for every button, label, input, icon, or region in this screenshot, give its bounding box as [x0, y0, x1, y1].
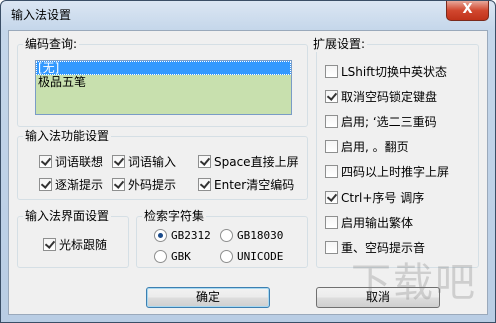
option-code-hint[interactable]: 外码提示: [112, 176, 176, 193]
option-label: 词语联想: [55, 155, 104, 169]
option-label: 逐渐提示: [55, 178, 104, 192]
checkbox-checked[interactable]: [39, 155, 52, 168]
ime-interface-label: 输入法界面设置: [23, 208, 112, 224]
checkbox-checked[interactable]: [39, 178, 52, 191]
window-title: 输入法设置: [11, 8, 72, 22]
checkbox-checked[interactable]: [325, 90, 338, 103]
option-space-commit[interactable]: Space直接上屏: [198, 153, 299, 170]
radio-button-selected[interactable]: [154, 229, 167, 242]
option-page-turn[interactable]: 启用, 。翻页: [325, 138, 409, 155]
option-cursor-follow[interactable]: 光标跟随: [43, 236, 107, 253]
close-button[interactable]: X: [446, 1, 489, 21]
radio-label: GBK: [171, 250, 191, 263]
option-cancel-empty-lock[interactable]: 取消空码锁定键盘: [325, 88, 437, 105]
ime-functions-label: 输入法功能设置: [23, 128, 112, 144]
checkbox-checked[interactable]: [112, 178, 125, 191]
ok-button[interactable]: 确定: [146, 287, 270, 308]
option-ctrl-order[interactable]: Ctrl+序号 调序: [325, 189, 424, 206]
option-label: Enter清空编码: [214, 178, 295, 192]
checkbox[interactable]: [325, 140, 338, 153]
option-label: 光标跟随: [59, 238, 108, 252]
dialog-window: 输入法设置 X 编码查询: [无] 极品五笔 输入法功能设置 词语联想 词语输入…: [0, 0, 496, 323]
charset-label: 检索字符集: [142, 208, 207, 224]
checkbox[interactable]: [325, 115, 338, 128]
code-query-label: 编码查询:: [23, 36, 80, 52]
radio-button[interactable]: [220, 250, 233, 263]
checkbox-checked[interactable]: [325, 191, 338, 204]
code-query-listbox[interactable]: [无] 极品五笔: [35, 60, 292, 115]
option-label: Ctrl+序号 调序: [341, 191, 425, 205]
list-item[interactable]: 极品五笔: [36, 75, 291, 89]
option-label: 四码以上时推字上屏: [341, 165, 450, 179]
checkbox-checked[interactable]: [198, 178, 211, 191]
radio-label: GB2312: [171, 229, 211, 242]
option-select-repeat-code[interactable]: 启用; ‘选二三重码: [325, 113, 437, 130]
radio-gbk[interactable]: GBK: [154, 250, 191, 263]
extended-settings-label: 扩展设置:: [311, 36, 368, 52]
option-gradual-hint[interactable]: 逐渐提示: [39, 176, 103, 193]
option-label: 启用输出繁体: [341, 216, 414, 230]
radio-gb18030[interactable]: GB18030: [220, 229, 283, 242]
option-label: 启用; ‘选二三重码: [341, 115, 437, 129]
option-traditional-output[interactable]: 启用输出繁体: [325, 214, 413, 231]
checkbox-checked[interactable]: [43, 238, 56, 251]
option-lshift-toggle[interactable]: LShift切换中英状态: [325, 63, 447, 80]
option-label: Space直接上屏: [214, 155, 299, 169]
option-label: 启用, 。翻页: [341, 140, 409, 154]
checkbox[interactable]: [325, 216, 338, 229]
option-word-association[interactable]: 词语联想: [39, 153, 103, 170]
title-bar[interactable]: 输入法设置 X: [1, 1, 495, 27]
radio-button[interactable]: [220, 229, 233, 242]
radio-gb2312[interactable]: GB2312: [154, 229, 211, 242]
option-label: LShift切换中英状态: [341, 65, 447, 79]
option-label: 词语输入: [128, 155, 177, 169]
option-label: 取消空码锁定键盘: [341, 90, 438, 104]
checkbox[interactable]: [325, 241, 338, 254]
option-four-code-commit[interactable]: 四码以上时推字上屏: [325, 163, 449, 180]
watermark-logo: 下载吧: [351, 260, 477, 306]
list-item[interactable]: [无]: [36, 61, 291, 75]
checkbox-checked[interactable]: [198, 155, 211, 168]
option-label: 外码提示: [128, 178, 177, 192]
checkbox-checked[interactable]: [112, 155, 125, 168]
checkbox[interactable]: [325, 65, 338, 78]
option-word-input[interactable]: 词语输入: [112, 153, 176, 170]
dialog-client-area: 编码查询: [无] 极品五笔 输入法功能设置 词语联想 词语输入 Space直接…: [8, 30, 488, 315]
radio-label: UNICODE: [237, 250, 284, 263]
radio-unicode[interactable]: UNICODE: [220, 250, 283, 263]
option-enter-clear[interactable]: Enter清空编码: [198, 176, 294, 193]
radio-button[interactable]: [154, 250, 167, 263]
checkbox[interactable]: [325, 165, 338, 178]
radio-label: GB18030: [237, 229, 284, 242]
